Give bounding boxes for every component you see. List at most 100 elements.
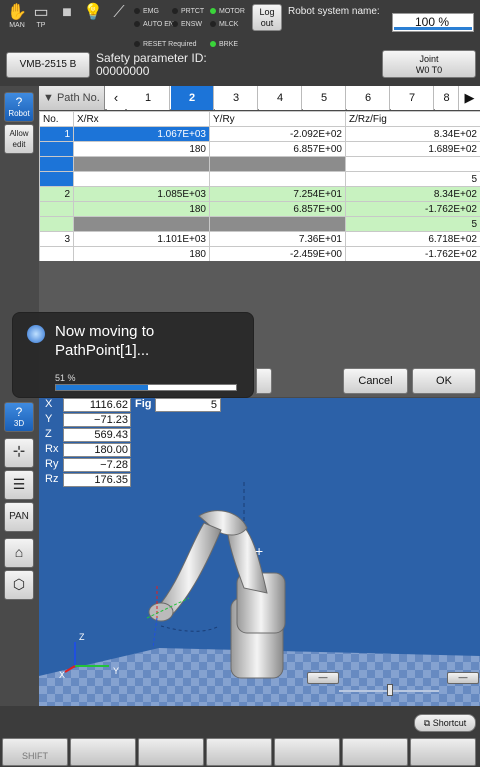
function-key-shift[interactable]: SHIFT <box>2 738 68 766</box>
cell-x[interactable]: 180 <box>73 246 210 262</box>
cell-z[interactable]: 8.34E+02 <box>345 126 480 142</box>
cell-x[interactable]: 1.085E+03 <box>73 186 210 202</box>
cell-y[interactable] <box>209 156 346 172</box>
table-row[interactable]: 1 1.067E+03 -2.092E+02 8.34E+02 <box>39 126 480 142</box>
cell-z[interactable] <box>345 156 480 172</box>
tab-path-6[interactable]: 6 <box>347 86 390 110</box>
header-row: RESET Required BRKE VMB-2515 B Safety pa… <box>0 36 480 86</box>
tab-path-3[interactable]: 3 <box>215 86 258 110</box>
cell-no[interactable] <box>39 246 74 262</box>
tab-path-2[interactable]: 2 <box>171 86 214 110</box>
shortcut-icon: ⧉ <box>423 718 433 728</box>
cell-z[interactable]: 1.689E+02 <box>345 141 480 157</box>
cell-x[interactable]: 1.101E+03 <box>73 231 210 247</box>
function-key-6[interactable] <box>410 738 476 766</box>
function-key-1[interactable] <box>70 738 136 766</box>
hidden-button-edge[interactable] <box>256 368 272 394</box>
cell-no[interactable]: 2 <box>39 186 74 202</box>
function-key-5[interactable] <box>342 738 408 766</box>
cell-y[interactable]: 7.254E+01 <box>209 186 346 202</box>
cell-no[interactable] <box>39 171 74 187</box>
cell-z[interactable]: 5 <box>345 171 480 187</box>
cell-y[interactable]: 7.36E+01 <box>209 231 346 247</box>
col-header-z: Z/Rz/Fig <box>345 111 480 127</box>
cell-z[interactable]: 8.34E+02 <box>345 186 480 202</box>
table-row[interactable] <box>39 156 480 172</box>
robot-wrist <box>148 602 174 622</box>
cancel-button[interactable]: Cancel <box>343 368 408 394</box>
man-mode-icon[interactable]: ✋ MAN <box>6 4 28 32</box>
list-view-button[interactable]: ☰ <box>4 470 34 500</box>
table-row[interactable]: 3 1.101E+03 7.36E+01 6.718E+02 <box>39 231 480 247</box>
function-key-4[interactable] <box>274 738 340 766</box>
cell-y[interactable]: 6.857E+00 <box>209 141 346 157</box>
cell-x[interactable] <box>73 156 210 172</box>
table-row[interactable]: 2 1.085E+03 7.254E+01 8.34E+02 <box>39 186 480 202</box>
cell-x[interactable] <box>73 171 210 187</box>
lamp-icon[interactable]: 💡 <box>82 4 104 32</box>
tab-next-icon[interactable]: ▶ <box>459 86 480 110</box>
table-row[interactable]: 5 <box>39 216 480 232</box>
tab-path-4[interactable]: 4 <box>259 86 302 110</box>
zoom-out-button-right[interactable]: — <box>447 672 479 684</box>
cell-y[interactable]: -2.459E+00 <box>209 246 346 262</box>
shortcut-button[interactable]: ⧉ Shortcut <box>414 714 476 732</box>
cell-z[interactable]: 5 <box>345 216 480 232</box>
cell-z[interactable]: -1.762E+02 <box>345 246 480 262</box>
zoom-slider-handle[interactable] <box>387 684 393 696</box>
speed-override[interactable]: 100 % <box>392 13 474 32</box>
view-3d-help-button[interactable]: ? 3D <box>4 402 34 432</box>
tab-prev-icon[interactable]: ‹ <box>107 86 125 110</box>
tab-path-8[interactable]: 8 <box>435 86 459 110</box>
tab-path-1[interactable]: 1 <box>127 86 170 110</box>
pan-button[interactable]: PAN <box>4 502 34 532</box>
cell-z[interactable]: -1.762E+02 <box>345 201 480 217</box>
function-key-3[interactable] <box>206 738 272 766</box>
tab-path-5[interactable]: 5 <box>303 86 346 110</box>
cell-y[interactable]: 6.857E+00 <box>209 201 346 217</box>
home-view-button[interactable]: ⌂ <box>4 538 34 568</box>
table-row[interactable]: 180 6.857E+00 -1.762E+02 <box>39 201 480 217</box>
cell-no[interactable] <box>39 216 74 232</box>
cell-x[interactable] <box>73 216 210 232</box>
zoom-out-button[interactable]: — <box>307 672 339 684</box>
cell-no[interactable] <box>39 156 74 172</box>
coord-rx-value: 180.00 <box>63 443 131 457</box>
tool-icon[interactable]: ⟋ <box>108 4 130 32</box>
stop-icon[interactable]: ■ <box>56 4 78 32</box>
cube-icon: ⬡ <box>12 576 26 592</box>
cell-no[interactable]: 1 <box>39 126 74 142</box>
fig-label: Fig <box>135 398 152 410</box>
cell-no[interactable] <box>39 141 74 157</box>
joint-mode-button[interactable]: Joint W0 T0 <box>382 50 476 78</box>
path-number-selector[interactable]: ▼ Path No. <box>39 86 105 110</box>
function-key-2[interactable] <box>138 738 204 766</box>
indicator-motor: MOTOR <box>210 8 245 15</box>
cell-x[interactable]: 180 <box>73 201 210 217</box>
tab-path-7[interactable]: 7 <box>391 86 434 110</box>
cell-y[interactable] <box>209 216 346 232</box>
robot-model-button[interactable]: VMB-2515 B <box>6 52 90 78</box>
col-header-y: Y/Ry <box>209 111 346 127</box>
table-row[interactable]: 180 -2.459E+00 -1.762E+02 <box>39 246 480 262</box>
cell-x[interactable]: 1.067E+03 <box>73 126 210 142</box>
bottom-bar: ⧉ Shortcut SHIFT <box>0 706 480 767</box>
robot-3d-view[interactable]: + Z Y X X 1116.62 Y −71.23 Z 569.43 Rx 180.0… <box>39 398 480 706</box>
cell-y[interactable] <box>209 171 346 187</box>
cell-x[interactable]: 180 <box>73 141 210 157</box>
cell-no[interactable]: 3 <box>39 231 74 247</box>
col-header-no: No. <box>39 111 74 127</box>
table-row[interactable]: 5 <box>39 171 480 187</box>
robot-help-button[interactable]: ? Robot <box>4 92 34 122</box>
cell-no[interactable] <box>39 201 74 217</box>
target-point-button[interactable]: ⊹ <box>4 438 34 468</box>
cell-y[interactable]: -2.092E+02 <box>209 126 346 142</box>
ok-button[interactable]: OK <box>412 368 476 394</box>
cube-view-button[interactable]: ⬡ <box>4 570 34 600</box>
table-row[interactable]: 180 6.857E+00 1.689E+02 <box>39 141 480 157</box>
allow-edit-button[interactable]: Allow edit <box>4 124 34 154</box>
logout-button[interactable]: Log out <box>252 4 282 31</box>
teach-pendant-icon[interactable]: ▭ TP <box>30 4 52 32</box>
robot-system-name-label: Robot system name: <box>288 6 380 17</box>
cell-z[interactable]: 6.718E+02 <box>345 231 480 247</box>
